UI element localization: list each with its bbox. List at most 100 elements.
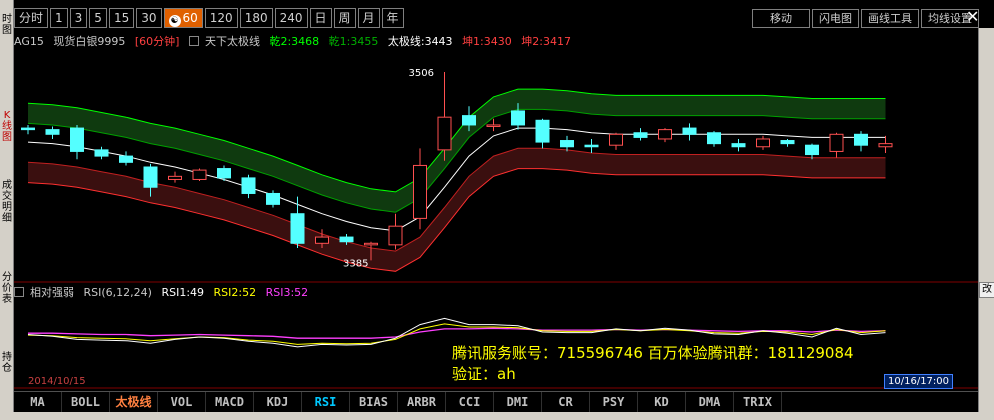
candle-up [168,175,182,180]
candle-up [658,129,672,140]
candle-down [731,143,746,148]
tab-kd[interactable]: KD [638,392,686,412]
candle-down [241,177,256,194]
candle-up [413,164,427,219]
period-30-button[interactable]: 30 [136,8,162,28]
period-180-button[interactable]: 180 [239,8,273,28]
rsi3-value: RSI3:52 [265,286,309,299]
period-toolbar: 分时 1 3 5 15 30 ☯ 60 120 180 240 日 周 月 年 [14,8,406,28]
period-month-button[interactable]: 月 [357,8,380,28]
tab-boll[interactable]: BOLL [62,392,110,412]
tab-dma[interactable]: DMA [686,392,734,412]
promo-text: 腾讯服务账号：715596746 百万体验腾讯群：181129084 验证：ah [452,343,854,385]
symbol-name: 现货白银9995 [53,35,126,48]
status-strip [0,412,994,420]
left-tab-kline[interactable]: K线图 [1,110,13,143]
tab-bias[interactable]: BIAS [350,392,398,412]
low-price-label: 3385 [343,258,368,269]
period-120-button[interactable]: 120 [204,8,238,28]
chart-area: 3506 3385 [14,68,978,389]
tab-psy[interactable]: PSY [590,392,638,412]
rsi3-line [28,327,886,339]
tab-dmi[interactable]: DMI [494,392,542,412]
move-button[interactable]: 移动 [752,9,810,28]
period-240-button[interactable]: 240 [274,8,308,28]
cursor-date: 10/16/17:00 [884,374,954,389]
indicator-settings-icon[interactable] [188,36,199,46]
candle-up [315,236,329,244]
qian1-value: 乾1:3455 [328,35,379,48]
period-60-button[interactable]: ☯ 60 [163,8,203,28]
candle-up [437,116,452,151]
taiji-value: 太极线:3443 [387,35,453,48]
candle-up [486,124,501,127]
drawing-tools-button[interactable]: 画线工具 [861,9,919,28]
indicator-name: 天下太极线 [204,35,260,48]
right-toolbar: 移动 闪电图 画线工具 均线设置 [752,9,981,28]
tab-macd[interactable]: MACD [206,392,254,412]
period-day-button[interactable]: 日 [309,8,332,28]
rsi-settings-icon[interactable] [14,287,24,297]
high-price-label: 3506 [409,68,434,79]
kun2-value: 坤2:3417 [521,35,571,48]
left-tab-time-chart[interactable]: 时图 [1,14,13,36]
tab-cci[interactable]: CCI [446,392,494,412]
candle-down [339,236,354,243]
rsi-name: 相对强弱 [30,286,74,299]
candle-down [119,155,133,163]
tab-rsi[interactable]: RSI [302,392,350,412]
promo-line-1: 腾讯服务账号：715596746 百万体验腾讯群：181129084 [452,344,854,362]
candle-down [21,127,35,131]
price-info-row: AG15 现货白银9995 [60分钟] 天下太极线 乾2:3468 乾1:34… [14,33,577,49]
candle-down [805,144,819,156]
candle-down [707,132,721,145]
left-tab-price-table[interactable]: 分价表 [1,272,13,305]
tab-arbr[interactable]: ARBR [398,392,446,412]
period-timeshare-button[interactable]: 分时 [14,8,49,28]
yinyang-icon: ☯ [168,15,181,27]
candle-down [511,110,525,126]
period-label: [60分钟] [134,35,180,48]
left-tab-position[interactable]: 持仓 [1,352,13,374]
tab-vol[interactable]: VOL [158,392,206,412]
candle-down [266,192,280,205]
candle-up [364,242,378,246]
rsi-params: RSI(6,12,24) [83,286,152,299]
rsi2-line [27,323,886,345]
period-5-button[interactable]: 5 [89,8,107,28]
close-icon[interactable]: ✕ [966,9,980,25]
promo-line-2: 验证：ah [452,365,516,383]
candle-down [584,144,599,148]
start-date: 2014/10/15 [28,376,86,387]
tab-ma[interactable]: MA [14,392,62,412]
candle-down [290,213,305,244]
period-year-button[interactable]: 年 [381,8,404,28]
candle-down [217,168,231,179]
period-week-button[interactable]: 周 [333,8,356,28]
left-strip: 时图 K线图 成交明细 分价表 持仓 [0,0,14,420]
tab-cr[interactable]: CR [542,392,590,412]
rsi1-value: RSI1:49 [161,286,205,299]
rsi-info-row: 相对强弱 RSI(6,12,24) RSI1:49 RSI2:52 RSI3:5… [14,284,314,299]
candle-down [462,115,476,126]
tab-trix[interactable]: TRIX [734,392,782,412]
candle-down [560,140,574,148]
candle-up [878,143,893,148]
candle-down [143,166,158,188]
left-tab-trades[interactable]: 成交明细 [1,180,13,224]
tab-kdj[interactable]: KDJ [254,392,302,412]
right-tab-modify[interactable]: 改 [979,282,994,298]
candle-down [45,129,60,135]
tab-taiji[interactable]: 太极线 [110,392,158,412]
candle-down [70,127,84,152]
candle-down [633,132,648,138]
period-1-button[interactable]: 1 [50,8,68,28]
candle-up [756,138,770,148]
period-3-button[interactable]: 3 [69,8,88,28]
candle-up [829,133,844,152]
flash-chart-button[interactable]: 闪电图 [812,9,859,28]
candle-down [535,119,550,143]
period-15-button[interactable]: 15 [108,8,135,28]
right-strip: 改 [978,28,994,420]
kun1-value: 坤1:3430 [462,35,512,48]
